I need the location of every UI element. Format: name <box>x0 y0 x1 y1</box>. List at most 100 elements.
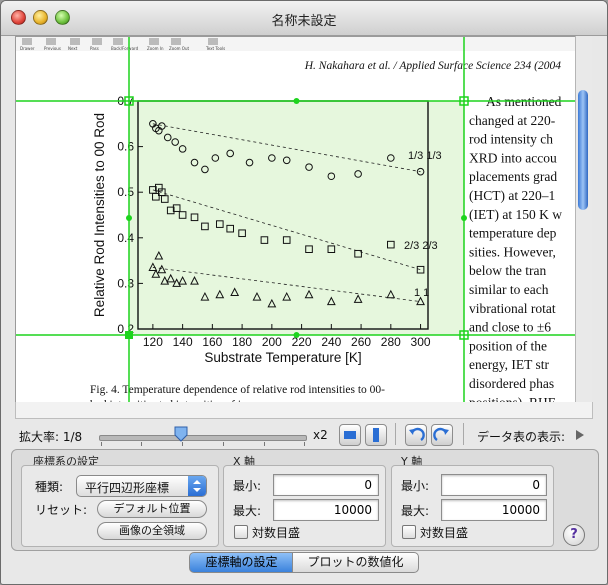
window-title: 名称未設定 <box>271 14 337 29</box>
zoom-toolbar: 拡大率: 1/8 x2 データ表の表示: <box>1 421 607 449</box>
y-axis-label: Relative Rod Intensities to 00 Rod <box>92 113 107 317</box>
body-text-line: (IET) at 150 K w <box>469 207 562 222</box>
x-tick-label: 160 <box>202 335 222 349</box>
x-tick-label: 140 <box>173 335 193 349</box>
slider-tick <box>264 442 265 446</box>
y-log-scale-checkbox[interactable] <box>402 525 416 539</box>
viewer-toolbar-icon <box>149 38 159 45</box>
viewer-toolbar-icon <box>46 38 56 45</box>
default-position-button[interactable]: デフォルト位置 <box>97 500 207 518</box>
body-text-line: rod intensity ch <box>469 132 553 147</box>
body-text-line: XRD into accou <box>469 150 557 165</box>
body-text-line: changed at 220- <box>469 113 556 128</box>
edge-handle <box>293 332 300 338</box>
slider-tick <box>182 442 183 446</box>
data-table-toggle-label: データ表の表示: <box>477 430 566 444</box>
y-max-input[interactable] <box>442 500 546 520</box>
body-text-line: below the tran <box>469 263 546 278</box>
series-label: 1/3 1/3 <box>408 150 442 162</box>
reset-label: リセット: <box>35 503 88 517</box>
popup-arrows-icon <box>188 476 206 496</box>
y-tick-label: 0.5 <box>117 185 134 199</box>
x-log-scale-checkbox[interactable] <box>234 525 248 539</box>
body-text-line: disordered phas <box>469 376 554 391</box>
x-max-input[interactable] <box>274 500 378 520</box>
viewer-toolbar-icon <box>22 38 32 45</box>
x-min-label: 最小: <box>233 479 262 493</box>
x-min-input[interactable] <box>274 475 378 495</box>
coordinate-type-value: 平行四辺形座標 <box>85 481 170 495</box>
viewer-toolbar-label: Previous <box>44 46 61 51</box>
zoom-slider-thumb[interactable] <box>174 426 188 442</box>
edge-handle <box>461 215 467 221</box>
y-tick-label: 0.6 <box>117 140 134 154</box>
series-label: 2/3 2/3 <box>404 240 438 252</box>
app-window: 名称未設定 Drawer Previous Next Pass Back/Forward… <box>0 0 608 585</box>
slider-tick <box>304 442 305 446</box>
viewer-toolbar-label: Drawer <box>20 46 35 51</box>
viewer-toolbar-icon <box>171 38 181 45</box>
y-min-label: 最小: <box>401 479 430 493</box>
viewer-toolbar-label: Pass <box>90 46 99 51</box>
origin-handle <box>125 331 133 339</box>
x-axis-label: Substrate Temperature [K] <box>204 350 361 365</box>
fit-width-button[interactable] <box>339 424 361 446</box>
viewer-toolbar-icon <box>208 38 218 45</box>
y-log-scale-label: 対数目盛 <box>420 526 469 540</box>
x-tick-label: 200 <box>262 335 282 349</box>
image-canvas[interactable]: Drawer Previous Next Pass Back/Forward Zoom I… <box>15 36 592 404</box>
y-tick-label: 0.3 <box>117 276 134 290</box>
body-text-line: placements grad <box>469 169 557 184</box>
y-min-input[interactable] <box>442 475 546 495</box>
scrollbar-thumb[interactable] <box>578 90 588 210</box>
body-text-line: similar to each <box>469 282 549 297</box>
horizontal-scrollbar[interactable] <box>15 402 593 419</box>
help-button[interactable]: ? <box>563 524 585 546</box>
viewer-toolbar-label: Back/Forward <box>111 46 139 51</box>
running-head: H. Nakahara et al. / Applied Surface Sci… <box>304 60 562 72</box>
x-tick-label: 180 <box>232 335 252 349</box>
x-tick-label: 260 <box>351 335 371 349</box>
x-tick-label: 240 <box>321 335 341 349</box>
x-max-label: 最大: <box>233 504 262 518</box>
viewer-toolbar-label: Text Tools <box>205 46 225 51</box>
body-text-line: temperature dep <box>469 226 557 241</box>
x-log-scale-label: 対数目盛 <box>252 526 301 540</box>
body-text-line: energy, IET str <box>469 357 549 372</box>
whole-image-button[interactable]: 画像の全領域 <box>97 522 207 540</box>
vertical-scrollbar[interactable] <box>575 36 592 402</box>
y-max-field[interactable] <box>441 499 547 521</box>
rotate-right-icon[interactable] <box>431 424 453 446</box>
body-text-line: and close to ±6 <box>469 320 551 335</box>
viewer-toolbar-icon <box>92 38 102 45</box>
toolbar-divider <box>463 423 464 445</box>
slider-tick <box>101 442 102 446</box>
zoom-label: 拡大率: 1/8 <box>19 430 83 444</box>
x-min-field[interactable] <box>273 474 379 496</box>
toolbar-divider <box>395 423 396 445</box>
x-max-field[interactable] <box>273 499 379 521</box>
edge-handle <box>126 215 132 221</box>
zoom-slider[interactable] <box>99 435 307 441</box>
figure-caption-line: Fig. 4. Temperature dependence of relati… <box>90 384 385 396</box>
tab-axis-settings[interactable]: 座標軸の設定 <box>189 552 294 573</box>
viewer-toolbar-label: Zoom In <box>147 46 164 51</box>
viewer-toolbar-icon <box>70 38 80 45</box>
scanned-page: Drawer Previous Next Pass Back/Forward Zoom I… <box>16 37 576 403</box>
tab-digitize-plot[interactable]: プロットの数値化 <box>292 552 419 573</box>
y-max-label: 最大: <box>401 504 430 518</box>
viewer-toolbar-icon <box>113 38 123 45</box>
edge-handle <box>293 98 300 104</box>
fit-height-button[interactable] <box>365 424 387 446</box>
y-tick-label: 0.4 <box>117 231 134 245</box>
y-min-field[interactable] <box>441 474 547 496</box>
slider-tick <box>141 442 142 446</box>
disclosure-triangle-icon[interactable] <box>576 430 584 440</box>
coordinate-type-select[interactable]: 平行四辺形座標 <box>76 475 207 497</box>
rotate-left-icon[interactable] <box>405 424 427 446</box>
type-label: 種類: <box>35 480 64 494</box>
viewer-toolbar-label: Zoom Out <box>169 46 189 51</box>
slider-tick <box>223 442 224 446</box>
zoom-max-label: x2 <box>313 428 328 442</box>
x-tick-label: 280 <box>381 335 401 349</box>
